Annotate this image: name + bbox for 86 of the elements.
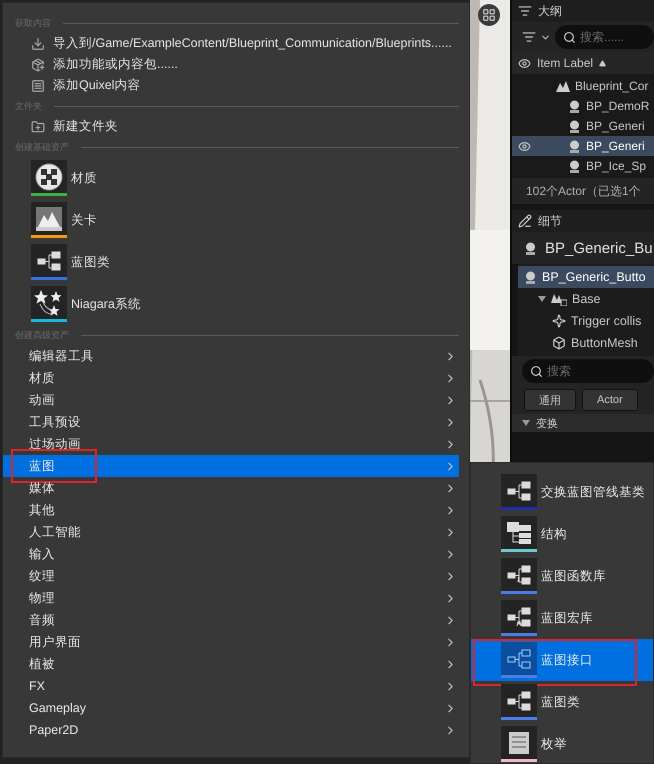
asset-item[interactable]: 蓝图类 (3, 241, 459, 283)
asset-item[interactable]: 材质 (3, 157, 459, 199)
asset-item[interactable]: 结构 (471, 513, 653, 555)
outliner-row[interactable]: BP_Generi (512, 116, 654, 136)
submenu-item[interactable]: 植被 (3, 653, 459, 675)
submenu-item[interactable]: 媒体 (3, 477, 459, 499)
asset-item[interactable]: 蓝图类 (471, 681, 653, 723)
blueprint-icon (506, 648, 532, 670)
actor-icon (524, 242, 537, 254)
expanded-arrow-icon[interactable] (538, 296, 546, 302)
asset-item[interactable]: 交换蓝图管线基类 (471, 471, 653, 513)
submenu-item[interactable]: 人工智能 (3, 521, 459, 543)
asset-item[interactable]: 蓝图接口 (471, 639, 653, 681)
actor-icon (568, 160, 581, 172)
outliner-row[interactable]: Blueprint_Cor (512, 76, 654, 96)
sort-icon[interactable] (599, 60, 606, 66)
outliner-row[interactable]: BP_Ice_Sp (512, 156, 654, 176)
filter-button[interactable]: 通用 (524, 389, 576, 411)
blueprint-icon (506, 690, 532, 712)
outline-icon (518, 4, 532, 18)
outliner-row[interactable]: BP_DemoR (512, 96, 654, 116)
eye-icon[interactable] (518, 140, 531, 152)
search-field[interactable]: 搜索...... (555, 25, 654, 49)
submenu-item[interactable]: Paper2D (3, 719, 459, 741)
search-icon (530, 364, 543, 378)
panel-title: 大纲 (538, 2, 562, 20)
panel-title: 细节 (538, 212, 562, 230)
eye-icon[interactable] (518, 56, 531, 70)
status-text: 102个Actor（已选1个 (512, 178, 654, 204)
blueprint-icon (36, 250, 62, 272)
submenu-item[interactable]: Gameplay (3, 697, 459, 719)
folder-icon (31, 120, 45, 134)
grid-icon[interactable] (482, 8, 496, 22)
submenu-item[interactable]: 物理 (3, 587, 459, 609)
list-icon (508, 730, 530, 754)
struct-icon (506, 520, 532, 544)
component-row[interactable]: Trigger collis (518, 310, 654, 332)
actor-icon (568, 100, 581, 112)
menu-item[interactable]: 添加功能或内容包...... (3, 54, 459, 75)
filter-button[interactable]: Actor (582, 389, 638, 411)
search-field[interactable]: 搜索 (522, 359, 654, 383)
actor-icon (524, 270, 537, 284)
actor-icon (568, 120, 581, 132)
blueprint-icon (506, 606, 532, 628)
object-title: BP_Generic_Bu (545, 240, 653, 256)
asset-item[interactable]: 蓝图函数库 (471, 555, 653, 597)
submenu-item[interactable]: 输入 (3, 543, 459, 565)
asset-item[interactable]: Niagara系统 (3, 283, 459, 325)
submenu-item[interactable]: 过场动画 (3, 433, 459, 455)
submenu-item[interactable]: 蓝图 (3, 455, 459, 477)
pencil-icon (518, 214, 532, 228)
submenu-item[interactable]: 其他 (3, 499, 459, 521)
blueprint-icon (506, 480, 532, 502)
mountain-icon (35, 206, 63, 232)
actor-icon (568, 140, 581, 152)
submenu-item[interactable]: 材质 (3, 367, 459, 389)
expanded-arrow-icon[interactable] (522, 420, 530, 426)
import-icon (31, 36, 45, 50)
component-row[interactable]: Base (518, 288, 654, 310)
submenu-item[interactable]: 动画 (3, 389, 459, 411)
document-icon (31, 78, 45, 92)
submenu-item[interactable]: 编辑器工具 (3, 345, 459, 367)
submenu-item[interactable]: FX (3, 675, 459, 697)
submenu-item[interactable]: 工具预设 (3, 411, 459, 433)
menu-item[interactable]: 导入到/Game/ExampleContent/Blueprint_Communication/Blueprints...... (3, 33, 459, 54)
asset-item[interactable]: 蓝图宏库 (471, 597, 653, 639)
cube-icon (552, 336, 566, 350)
submenu-item[interactable]: 音频 (3, 609, 459, 631)
asset-item[interactable]: 枚举 (471, 723, 653, 764)
component-row[interactable]: ButtonMesh (518, 332, 654, 354)
package-icon (31, 58, 45, 72)
mountain-icon (551, 292, 567, 306)
spark-icon (552, 314, 566, 328)
menu-item[interactable]: 新建文件夹 (3, 116, 459, 137)
section-header[interactable]: 变换 (512, 414, 654, 432)
menu-item[interactable]: 添加Quixel内容 (3, 75, 459, 96)
blueprint-icon (506, 564, 532, 586)
checker-sphere-icon (35, 162, 63, 190)
filter-icon[interactable] (522, 30, 536, 44)
search-icon (563, 30, 576, 44)
component-row[interactable]: BP_Generic_Butto (518, 266, 654, 288)
submenu-item[interactable]: 用户界面 (3, 631, 459, 653)
asset-item[interactable]: 关卡 (3, 199, 459, 241)
outliner-row[interactable]: BP_Generi (512, 136, 654, 156)
mountain-icon (556, 80, 570, 92)
submenu-item[interactable]: 纹理 (3, 565, 459, 587)
